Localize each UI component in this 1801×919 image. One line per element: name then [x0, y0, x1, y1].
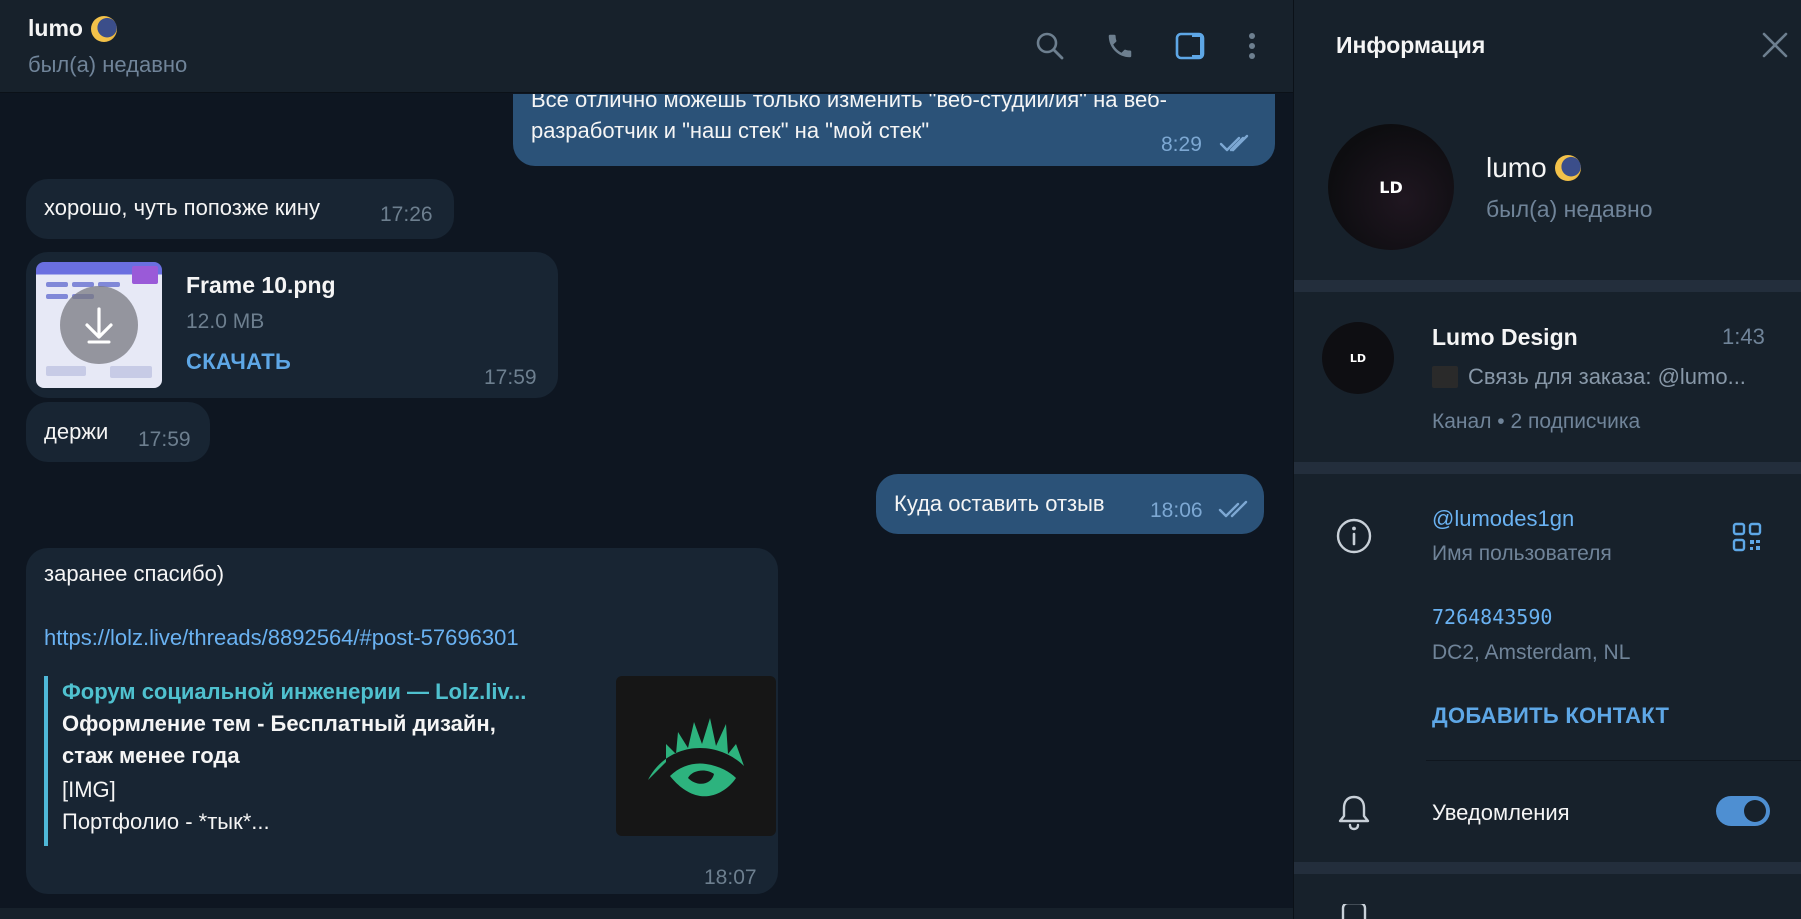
message-time: 17:26 — [380, 203, 433, 226]
chat-header: lumo был(а) недавно — [0, 0, 1293, 93]
double-check-icon — [1218, 500, 1248, 518]
channel-avatar-initials: LD — [1349, 351, 1367, 365]
message-text: Все отлично можешь только изменить "веб-… — [531, 94, 1167, 143]
section-separator — [1294, 862, 1801, 874]
section-separator — [1294, 280, 1801, 292]
message-text: хорошо, чуть попозже кину — [44, 195, 320, 220]
moon-emoji-icon — [90, 15, 117, 42]
channel-time: 1:43 — [1722, 324, 1765, 349]
divider — [1426, 760, 1801, 761]
info-icon — [1334, 516, 1374, 556]
datacenter-label: DC2, Amsterdam, NL — [1432, 641, 1631, 664]
profile-name: lumo — [1486, 152, 1581, 184]
preview-text-line: [IMG] — [62, 777, 116, 802]
message-link[interactable]: https://lolz.live/threads/8892564/#post-… — [44, 622, 519, 653]
section-separator — [1294, 462, 1801, 474]
avatar-initials: LD — [1379, 177, 1403, 197]
preview-title: Оформление тем - Бесплатный дизайн, стаж… — [62, 711, 496, 768]
toggle-knob — [1744, 800, 1766, 822]
channel-last-message: Связь для заказа: @lumo... — [1468, 364, 1746, 389]
channel-meta: Канал • 2 подписчика — [1432, 410, 1641, 433]
link-preview-card[interactable]: Форум социальной инженерии — Lolz.liv...… — [44, 676, 776, 846]
file-size: 12.0 MB — [186, 310, 265, 333]
phone-icon[interactable] — [1102, 28, 1138, 64]
eye-logo-icon — [648, 718, 744, 797]
channel-message-thumbnail — [1432, 366, 1458, 388]
sidebar-toggle-icon[interactable] — [1172, 28, 1208, 64]
chat-status: был(а) недавно — [28, 52, 188, 77]
download-button[interactable]: СКАЧАТЬ — [186, 346, 291, 377]
message-outgoing[interactable]: Куда оставить отзыв 18:06 — [876, 474, 1264, 534]
close-icon[interactable] — [1760, 30, 1790, 60]
message-file[interactable]: Frame 10.png 12.0 MB СКАЧАТЬ 17:59 — [26, 252, 558, 398]
channel-name: Lumo Design — [1432, 324, 1578, 350]
info-panel: Информация LD lumo был(а) недавно LD Lum… — [1293, 0, 1801, 919]
profile-status: был(а) недавно — [1486, 196, 1653, 222]
add-contact-button[interactable]: ДОБАВИТЬ КОНТАКТ — [1432, 703, 1669, 729]
file-name: Frame 10.png — [186, 272, 336, 298]
preview-text: [IMG] Портфолио - *тык*... — [62, 774, 542, 838]
phone-number[interactable]: 7264843590 — [1432, 605, 1552, 629]
preview-text-line: Портфолио - *тык*... — [62, 809, 270, 834]
chat-title[interactable]: lumo — [28, 15, 117, 42]
profile-name-text: lumo — [1486, 152, 1547, 183]
notifications-label: Уведомления — [1432, 800, 1570, 825]
message-incoming[interactable]: держи 17:59 — [26, 402, 210, 462]
message-text: заранее спасибо) — [44, 561, 225, 586]
username-label: Имя пользователя — [1432, 542, 1612, 565]
message-text: Куда оставить отзыв — [894, 491, 1105, 516]
message-time: 18:07 — [704, 866, 757, 889]
bell-icon — [1334, 792, 1374, 832]
message-time: 17:59 — [138, 428, 191, 451]
search-icon[interactable] — [1032, 28, 1068, 64]
message-input-edge[interactable] — [0, 908, 1293, 919]
message-time: 8:29 — [1161, 133, 1202, 156]
channel-avatar: LD — [1322, 322, 1394, 394]
message-outgoing[interactable]: Все отлично можешь только изменить "веб-… — [513, 94, 1275, 166]
more-icon[interactable] — [1234, 28, 1270, 64]
message-incoming[interactable]: хорошо, чуть попозже кину 17:26 — [26, 179, 454, 239]
message-text: держи — [44, 419, 109, 444]
notifications-toggle[interactable] — [1716, 796, 1770, 826]
avatar[interactable]: LD — [1328, 124, 1454, 250]
moon-emoji-icon — [1554, 155, 1581, 181]
media-icon — [1334, 904, 1374, 919]
message-time: 17:59 — [484, 366, 537, 389]
username-link[interactable]: @lumodes1gn — [1432, 506, 1574, 532]
download-icon[interactable] — [60, 286, 138, 364]
file-thumbnail[interactable] — [36, 262, 162, 388]
chat-area[interactable]: Все отлично можешь только изменить "веб-… — [0, 94, 1293, 911]
preview-image[interactable] — [616, 676, 776, 836]
chat-name: lumo — [28, 15, 83, 41]
preview-site-name: Форум социальной инженерии — Lolz.liv... — [62, 679, 527, 704]
double-check-icon — [1219, 134, 1249, 152]
message-time: 18:06 — [1150, 499, 1203, 522]
message-link-preview[interactable]: заранее спасибо) https://lolz.live/threa… — [26, 548, 778, 894]
info-title: Информация — [1336, 32, 1486, 58]
qr-code-icon[interactable] — [1732, 522, 1762, 552]
